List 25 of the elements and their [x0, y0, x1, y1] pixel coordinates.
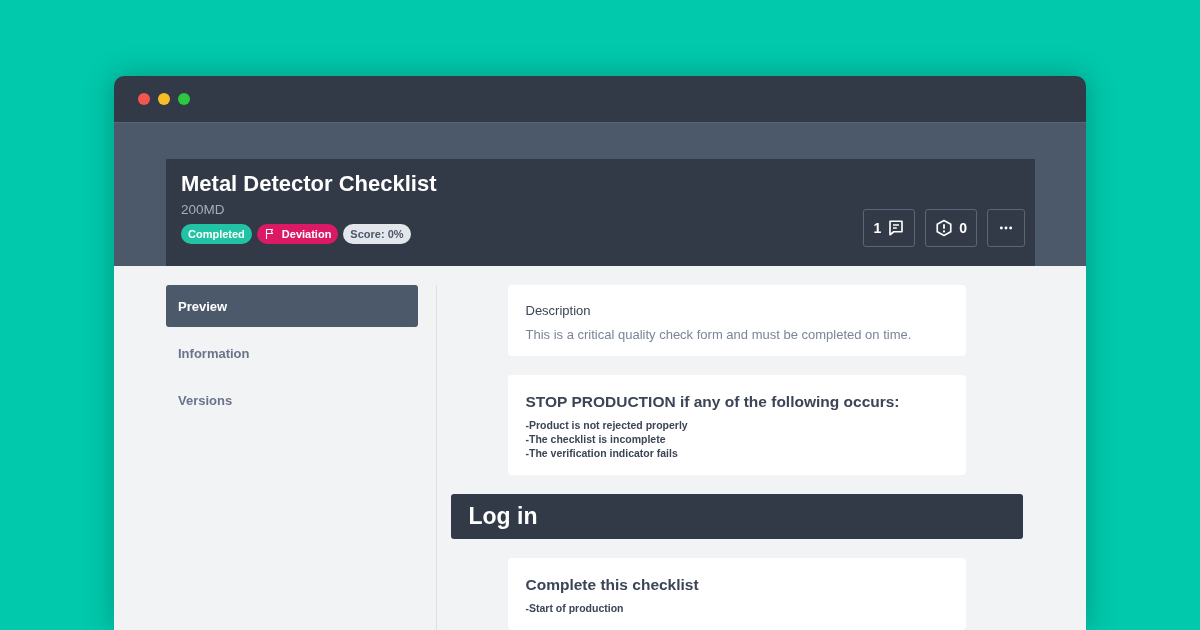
window-control-button[interactable]	[178, 93, 190, 105]
sidebar-item[interactable]: Preview	[166, 285, 418, 327]
instruction-heading: STOP PRODUCTION if any of the following occurs:	[525, 393, 901, 411]
comments-button[interactable]: 1	[863, 209, 916, 247]
alert-hexagon-icon	[935, 219, 954, 237]
window-control-button[interactable]	[158, 93, 170, 105]
instruction-line: -Product is not rejected properly	[525, 419, 689, 431]
flag-badge: Deviation	[256, 224, 339, 244]
sidebar-item[interactable]: Versions	[166, 379, 418, 421]
description-text: This is a critical quality check form and must be completed on time.	[525, 327, 913, 342]
checklist-title: Metal Detector Checklist	[181, 171, 437, 197]
window-control-button[interactable]	[138, 93, 150, 105]
section-header: Log in	[450, 494, 1023, 539]
instruction-line: -The checklist is incomplete	[525, 433, 667, 445]
card-heading: Description	[525, 303, 592, 318]
flag-icon	[263, 228, 276, 240]
instruction-line: -Start of production	[525, 602, 625, 614]
checklist-code: 200MD	[181, 202, 226, 217]
sidebar-item[interactable]: Information	[166, 332, 418, 374]
instruction-line: -The verification indicator fails	[525, 447, 679, 459]
issues-button[interactable]: 0	[925, 209, 977, 247]
comment-icon	[887, 219, 906, 237]
instruction-heading: Complete this checklist	[525, 576, 700, 594]
status-badge: Completed	[181, 224, 252, 244]
score-badge: Score: 0%	[343, 224, 411, 244]
